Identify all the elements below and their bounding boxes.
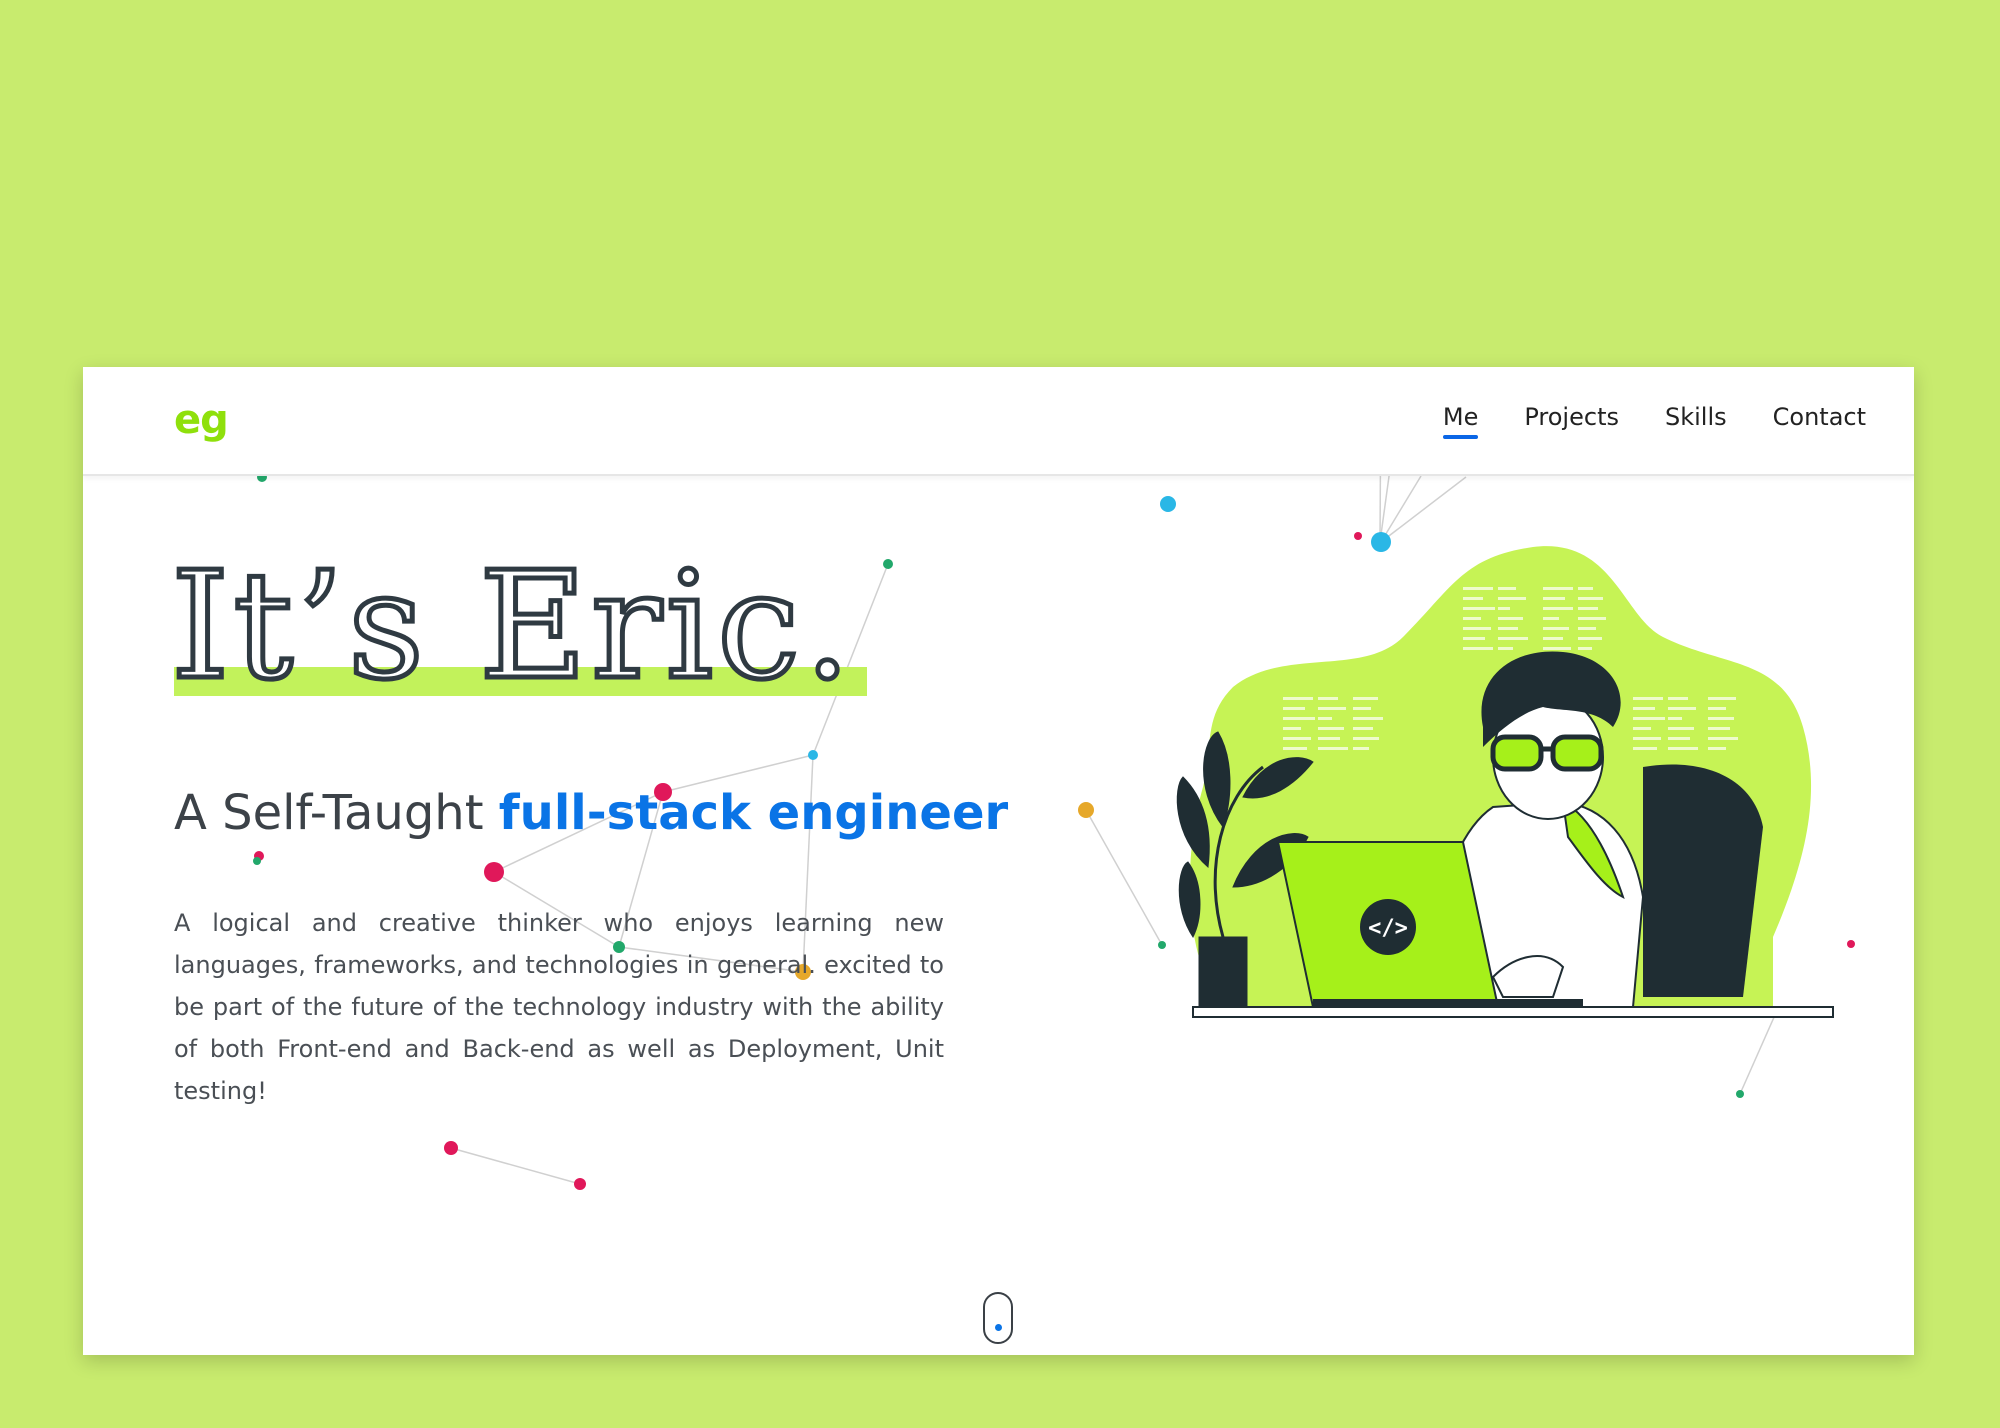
desk <box>1192 1006 1834 1018</box>
subtitle-prefix: A Self-Taught <box>174 785 499 841</box>
nav-item-projects[interactable]: Projects <box>1524 403 1619 439</box>
nav-item-me[interactable]: Me <box>1442 403 1479 439</box>
nav-menu: Me Projects Skills Contact <box>1397 403 1866 439</box>
scroll-down-indicator[interactable] <box>983 1292 1013 1344</box>
developer-illustration: </> <box>1176 546 1834 1018</box>
nav-item-skills[interactable]: Skills <box>1665 403 1727 439</box>
hero-subtitle: A Self-Taught full-stack engineer <box>174 785 1008 841</box>
navbar: eg Me Projects Skills Contact <box>83 367 1914 476</box>
laptop-code-symbol: </> <box>1368 916 1408 941</box>
logo[interactable]: eg <box>174 397 229 443</box>
hero-bio: A logical and creative thinker who enjoy… <box>174 909 944 1105</box>
chair <box>1643 764 1763 997</box>
scroll-dot-icon <box>995 1324 1002 1331</box>
hero-title: It’s Eric. <box>168 540 856 712</box>
nav-item-contact[interactable]: Contact <box>1773 403 1866 439</box>
subtitle-accent: full-stack engineer <box>498 785 1009 841</box>
browser-window: eg Me Projects Skills Contact It’s Eric.… <box>83 367 1914 1355</box>
